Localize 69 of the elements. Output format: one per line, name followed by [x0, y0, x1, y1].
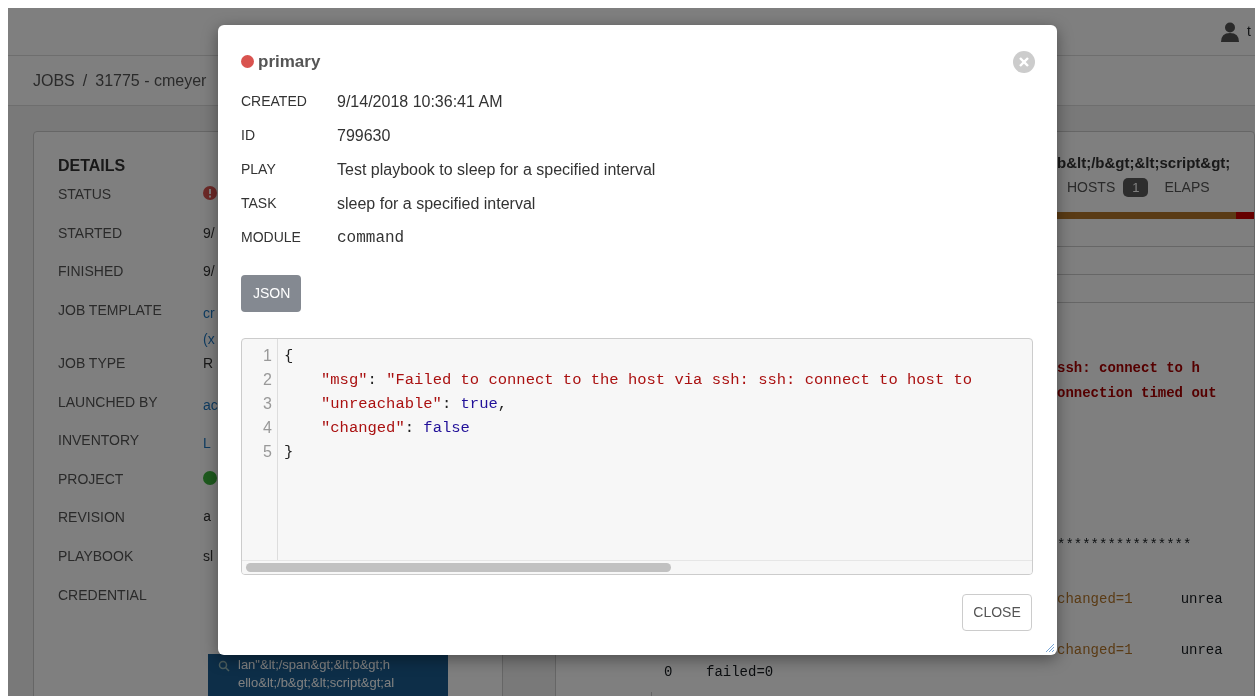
detail-link[interactable]: ac [203, 391, 218, 419]
code-line: "msg": "Failed to connect to the host via ssh: ssh: connect to host to [320, 369, 973, 391]
line-number: 3 [262, 393, 273, 414]
credential-tag[interactable]: lan"&lt;/span&gt;&lt;b&gt;h ello&lt;/b&gt;&lt;script&gt;al [208, 653, 448, 696]
error-output-line: onnection timed out [1057, 384, 1218, 403]
detail-label: PLAYBOOK [58, 546, 135, 566]
detail-link[interactable]: (x [203, 326, 215, 353]
field-label: MODULE [241, 228, 302, 247]
detail-label: STARTED [58, 223, 124, 243]
horizontal-scrollbar[interactable] [242, 559, 1032, 574]
breadcrumb-separator: / [82, 70, 88, 91]
error-output-line: ssh: connect to h [1057, 359, 1201, 378]
count-label: ELAPS [1164, 178, 1210, 197]
detail-label: JOB TEMPLATE [58, 300, 163, 320]
tag-text: ello&lt;/b&gt;&lt;script&gt;al [238, 674, 395, 693]
field-value: 9/14/2018 10:36:41 AM [337, 91, 503, 112]
job-title: b&lt;/b&gt;&lt;script&gt; [1057, 153, 1232, 173]
detail-value: R [203, 353, 214, 373]
detail-value: 9/ [203, 262, 215, 282]
modal-title: primary [258, 51, 321, 73]
close-button[interactable]: CLOSE [962, 594, 1032, 631]
detail-label: PROJECT [58, 469, 125, 489]
detail-label: FINISHED [58, 262, 125, 282]
detail-label: INVENTORY [58, 431, 141, 451]
resize-grip-icon[interactable] [1045, 643, 1054, 652]
detail-label: LAUNCHED BY [58, 392, 159, 412]
line-number: 1 [262, 345, 273, 366]
line-number: 4 [262, 417, 273, 438]
detail-label: JOB TYPE [58, 353, 127, 373]
code-line: "unreachable": true, [320, 393, 509, 415]
detail-link[interactable]: cr [203, 299, 215, 327]
field-label: PLAY [241, 160, 277, 179]
field-label: CREATED [241, 92, 308, 111]
tag-text: lan"&lt;/span&gt;&lt;b&gt;h [238, 655, 392, 674]
breadcrumb-link[interactable]: JOBS [33, 68, 75, 93]
count-badge: 1 [1123, 177, 1149, 198]
detail-value: a [203, 508, 212, 528]
detail-value: sl [203, 546, 214, 566]
field-value: Test playbook to sleep for a specified interval [337, 159, 656, 180]
output-text: 0 failed=0 [664, 663, 774, 682]
breadcrumb-current: 31775 - cmeyer [95, 70, 207, 91]
field-value: command [337, 227, 405, 249]
close-icon[interactable] [1013, 51, 1035, 73]
detail-label: REVISION [58, 508, 126, 528]
code-line: "changed": false [320, 417, 471, 439]
field-value: 799630 [337, 125, 391, 146]
field-label: TASK [241, 194, 278, 213]
user-icon[interactable] [1221, 21, 1240, 42]
search-icon [218, 659, 230, 672]
field-label: ID [241, 126, 256, 145]
user-name[interactable]: t [1247, 21, 1251, 42]
detail-link[interactable]: L [203, 430, 211, 457]
separator-line: **************** [1057, 536, 1193, 555]
output-text: unrea [1180, 641, 1223, 660]
json-tab-button[interactable]: JSON [241, 274, 301, 312]
detail-value: 9/ [203, 223, 215, 243]
detail-label: STATUS [58, 185, 113, 204]
output-text: unrea [1180, 590, 1223, 609]
changed-count: changed=1 [1057, 641, 1133, 660]
details-title: DETAILS [58, 156, 126, 176]
changed-count: changed=1 [1057, 590, 1133, 609]
status-dot [203, 470, 217, 485]
line-number: 5 [262, 441, 273, 462]
code-line: } [283, 441, 295, 463]
detail-label: CREDENTIAL [58, 585, 148, 605]
field-value: sleep for a specified interval [337, 193, 536, 214]
code-line: { [283, 345, 295, 367]
line-number: 2 [262, 369, 273, 390]
count-label: HOSTS [1067, 178, 1116, 197]
